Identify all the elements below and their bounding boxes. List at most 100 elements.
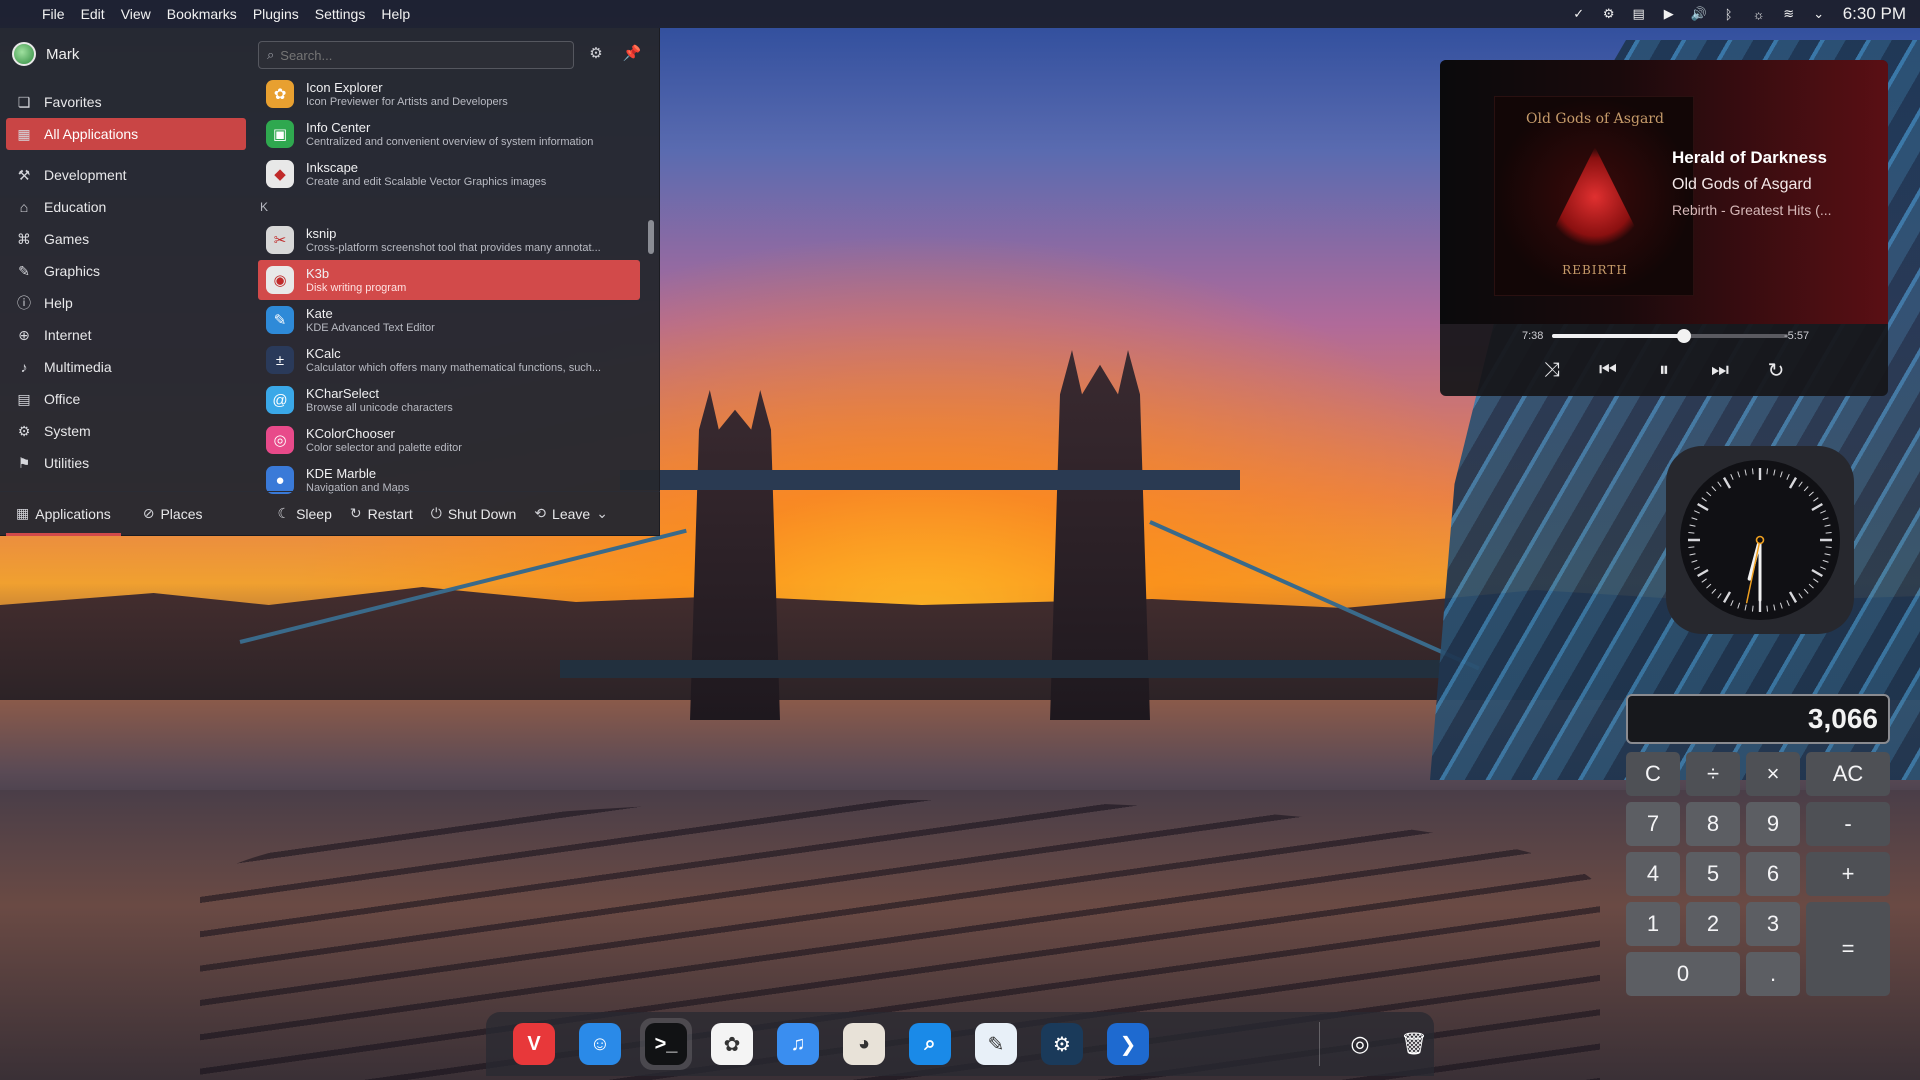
- app-item-kcolorchooser[interactable]: ◎ KColorChooser Color selector and palette…: [258, 420, 640, 460]
- calc-key-0[interactable]: 0: [1626, 952, 1740, 996]
- gimp-icon[interactable]: ◕: [838, 1018, 890, 1070]
- shuffle-icon[interactable]: ⤨: [1540, 358, 1564, 382]
- app-item-icon-explorer[interactable]: ✿ Icon Explorer Icon Previewer for Artists…: [258, 74, 640, 114]
- app-list-scrollbar[interactable]: [648, 220, 654, 254]
- menu-view[interactable]: View: [113, 6, 159, 22]
- clipboard-icon[interactable]: ▤: [1631, 6, 1647, 22]
- check-circle-icon[interactable]: ✓: [1571, 6, 1587, 22]
- app-item-ksnip[interactable]: ✂ ksnip Cross-platform screenshot tool tha…: [258, 220, 640, 260]
- sidebar-item-utilities[interactable]: ⚑ Utilities: [6, 447, 246, 479]
- tab-applications[interactable]: ▦ Applications: [0, 492, 127, 536]
- search-app-icon[interactable]: ⌕: [904, 1018, 956, 1070]
- trash-icon[interactable]: 🗑: [1394, 1018, 1434, 1070]
- sidebar-item-multimedia[interactable]: ♪ Multimedia: [6, 351, 246, 383]
- preview-glyph: ✎: [975, 1023, 1017, 1065]
- terminal-icon[interactable]: >_: [640, 1018, 692, 1070]
- app-item-kcalc[interactable]: ± KCalc Calculator which offers many mathe…: [258, 340, 640, 380]
- calc-key-all-clear[interactable]: AC: [1806, 752, 1890, 796]
- app-item-info-center[interactable]: ▣ Info Center Centralized and convenient o…: [258, 114, 640, 154]
- calc-key-decimal[interactable]: .: [1746, 952, 1800, 996]
- clock-tick: [1820, 566, 1826, 570]
- sidebar-item-all-applications[interactable]: ▦ All Applications: [6, 118, 246, 150]
- calc-key-equals[interactable]: =: [1806, 902, 1890, 996]
- wallpaper-bridge-walkway: [620, 470, 1240, 490]
- finder-icon[interactable]: ☺: [574, 1018, 626, 1070]
- calc-key-multiply[interactable]: ×: [1746, 752, 1800, 796]
- calc-key-5[interactable]: 5: [1686, 852, 1740, 896]
- menubar-clock[interactable]: 6:30 PM: [1843, 4, 1906, 24]
- steam-icon[interactable]: ⚙: [1036, 1018, 1088, 1070]
- vivaldi-icon[interactable]: V: [508, 1018, 560, 1070]
- calc-key-minus[interactable]: -: [1806, 802, 1890, 846]
- photos-icon[interactable]: ✿: [706, 1018, 758, 1070]
- menu-help[interactable]: Help: [373, 6, 418, 22]
- tab-places[interactable]: ⊘ Places: [127, 492, 219, 536]
- clock-center-pin: [1755, 535, 1765, 545]
- app-item-kcharselect[interactable]: @ KCharSelect Browse all unicode character…: [258, 380, 640, 420]
- brightness-icon[interactable]: ☼: [1751, 6, 1767, 22]
- moon-icon: ☾: [277, 505, 291, 521]
- sidebar-item-games[interactable]: ⌘ Games: [6, 223, 246, 255]
- seek-knob[interactable]: [1677, 329, 1692, 343]
- sidebar-item-internet[interactable]: ⊕ Internet: [6, 319, 246, 351]
- next-track-icon[interactable]: ⏭: [1708, 358, 1732, 382]
- restart-button[interactable]: ↻ Restart: [341, 505, 422, 522]
- seek-bar[interactable]: [1552, 329, 1788, 343]
- sidebar-item-office[interactable]: ▤ Office: [6, 383, 246, 415]
- media-play-icon[interactable]: ▶: [1661, 6, 1677, 22]
- menu-edit[interactable]: Edit: [73, 6, 113, 22]
- vscode-icon[interactable]: ❯: [1102, 1018, 1154, 1070]
- calc-key-divide[interactable]: ÷: [1686, 752, 1740, 796]
- app-item-k3b[interactable]: ◉ K3b Disk writing program: [258, 260, 640, 300]
- sidebar-item-development[interactable]: ⚒ Development: [6, 159, 246, 191]
- calc-key-clear[interactable]: C: [1626, 752, 1680, 796]
- sidebar-item-favorites[interactable]: ❏ Favorites: [6, 86, 246, 118]
- menu-plugins[interactable]: Plugins: [245, 6, 307, 22]
- calc-key-4[interactable]: 4: [1626, 852, 1680, 896]
- sidebar-item-graphics[interactable]: ✎ Graphics: [6, 255, 246, 287]
- menu-file[interactable]: File: [34, 6, 73, 22]
- search-input[interactable]: [280, 47, 551, 63]
- calc-key-plus[interactable]: +: [1806, 852, 1890, 896]
- previous-track-icon[interactable]: ⏮: [1596, 358, 1620, 382]
- calc-key-3[interactable]: 3: [1746, 902, 1800, 946]
- app-item-inkscape[interactable]: ◆ Inkscape Create and edit Scalable Vector…: [258, 154, 640, 194]
- sidebar-item-education[interactable]: ⌂ Education: [6, 191, 246, 223]
- app-item-text: Icon Explorer Icon Previewer for Artists …: [306, 80, 636, 109]
- repeat-icon[interactable]: ↻: [1764, 358, 1788, 382]
- menu-settings[interactable]: Settings: [307, 6, 374, 22]
- sidebar-item-help[interactable]: ⓘ Help: [6, 287, 246, 319]
- volume-icon[interactable]: 🔊: [1691, 6, 1707, 22]
- sleep-button[interactable]: ☾ Sleep: [269, 505, 341, 522]
- bluetooth-icon[interactable]: ᛒ: [1721, 6, 1737, 22]
- preview-icon[interactable]: ✎: [970, 1018, 1022, 1070]
- sidebar-item-system[interactable]: ⚙ System: [6, 415, 246, 447]
- avatar[interactable]: [12, 42, 36, 66]
- clock-tick: [1786, 474, 1790, 480]
- calc-key-9[interactable]: 9: [1746, 802, 1800, 846]
- calc-key-7[interactable]: 7: [1626, 802, 1680, 846]
- pause-icon[interactable]: ⏸: [1652, 358, 1676, 382]
- steam-icon[interactable]: ⚙: [1601, 6, 1617, 22]
- shutdown-button[interactable]: ⏻ Shut Down: [422, 505, 526, 522]
- app-item-kate[interactable]: ✎ Kate KDE Advanced Text Editor: [258, 300, 640, 340]
- pin-icon[interactable]: 📌: [622, 44, 642, 64]
- calc-key-6[interactable]: 6: [1746, 852, 1800, 896]
- wifi-icon[interactable]: ≋: [1781, 6, 1797, 22]
- app-item-kde-marble[interactable]: ● KDE Marble Navigation and Maps: [258, 460, 640, 494]
- music-icon[interactable]: ♫: [772, 1018, 824, 1070]
- settings-icon[interactable]: ⚙: [586, 44, 606, 64]
- user-header[interactable]: Mark: [12, 42, 79, 66]
- chevron-down-icon: ⌄: [596, 505, 608, 521]
- leave-button[interactable]: ⟲ Leave ⌄: [525, 505, 617, 522]
- search-box[interactable]: ⌕: [258, 41, 574, 69]
- app-item-description: Cross-platform screenshot tool that prov…: [306, 241, 601, 254]
- calc-key-8[interactable]: 8: [1686, 802, 1740, 846]
- calc-key-1[interactable]: 1: [1626, 902, 1680, 946]
- menu-bookmarks[interactable]: Bookmarks: [159, 6, 245, 22]
- screenshot-icon[interactable]: ◎: [1340, 1018, 1380, 1070]
- app-item-description: Browse all unicode characters: [306, 401, 453, 414]
- leave-label: Leave: [552, 505, 591, 522]
- calc-key-2[interactable]: 2: [1686, 902, 1740, 946]
- chevron-down-icon[interactable]: ⌄: [1811, 6, 1827, 22]
